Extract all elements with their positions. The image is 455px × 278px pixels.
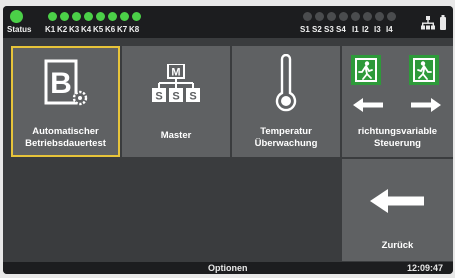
- s3-label: S3: [324, 25, 334, 34]
- tile-directional-control[interactable]: richtungsvariable Steuerung: [342, 46, 453, 157]
- k8-led: [132, 12, 141, 21]
- status-label: Status: [7, 25, 32, 34]
- tile-master-caption: Master: [122, 130, 230, 142]
- i3-led: [375, 12, 384, 21]
- tile-directional-control-caption: richtungsvariable Steuerung: [342, 126, 453, 150]
- svg-text:M: M: [171, 67, 180, 79]
- i4-label: I4: [386, 25, 393, 34]
- svg-text:S: S: [189, 91, 196, 103]
- k5-led: [96, 12, 105, 21]
- i3-label: I3: [374, 25, 381, 34]
- page-title: Optionen: [208, 263, 248, 273]
- status-bar: Status K1 K2 K3 K4 K5 K6 K7 K8 S1 S2 S3 …: [3, 6, 453, 38]
- back-button[interactable]: Zurück: [342, 159, 453, 261]
- i2-label: I2: [362, 25, 369, 34]
- k6-led: [108, 12, 117, 21]
- s4-label: S4: [336, 25, 346, 34]
- tile-caption-line: Automatischer: [32, 126, 99, 137]
- s2-led: [315, 12, 324, 21]
- tile-caption-line: Steuerung: [374, 138, 421, 149]
- k4-label: K4: [81, 25, 92, 34]
- k7-label: K7: [117, 25, 128, 34]
- device-screen: Status K1 K2 K3 K4 K5 K6 K7 K8 S1 S2 S3 …: [3, 6, 453, 274]
- k7-led: [120, 12, 129, 21]
- network-icon: [421, 16, 435, 30]
- bottom-bar: Optionen 12:09:47: [3, 262, 453, 274]
- tile-caption-line: Zurück: [381, 240, 414, 251]
- emergency-exit-left-icon: [351, 55, 381, 85]
- arrow-right-icon: [411, 98, 441, 112]
- i1-label: I1: [352, 25, 359, 34]
- tile-master[interactable]: M S S S Master: [122, 46, 230, 157]
- k2-label: K2: [57, 25, 68, 34]
- back-arrow-icon: [370, 189, 424, 213]
- emergency-exit-right-icon: [409, 55, 439, 85]
- k1-label: K1: [45, 25, 56, 34]
- k3-led: [72, 12, 81, 21]
- i1-led: [351, 12, 360, 21]
- s4-led: [339, 12, 348, 21]
- k4-led: [84, 12, 93, 21]
- k5-label: K5: [93, 25, 104, 34]
- i2-led: [363, 12, 372, 21]
- tile-temperature[interactable]: Temperatur Überwachung: [232, 46, 340, 157]
- tile-temperature-caption: Temperatur Überwachung: [232, 126, 340, 150]
- b-document-gear-icon: B: [44, 59, 88, 106]
- tile-caption-line: Master: [160, 130, 192, 141]
- clock: 12:09:47: [407, 263, 444, 273]
- svg-text:S: S: [155, 91, 162, 103]
- svg-text:S: S: [172, 91, 179, 103]
- tile-automatic-test-caption: Automatischer Betriebsdauertest: [13, 126, 118, 150]
- k3-label: K3: [69, 25, 80, 34]
- k2-led: [60, 12, 69, 21]
- battery-icon: [440, 15, 446, 30]
- k8-label: K8: [129, 25, 140, 34]
- tile-caption-line: richtungsvariable: [357, 126, 438, 137]
- s1-label: S1: [300, 25, 310, 34]
- svg-text:B: B: [50, 67, 72, 100]
- tile-caption-line: Temperatur: [260, 126, 312, 137]
- tile-automatic-test[interactable]: B Automatischer Betriebsdauertest: [11, 46, 120, 157]
- i4-led: [387, 12, 396, 21]
- s2-label: S2: [312, 25, 322, 34]
- s1-led: [303, 12, 312, 21]
- arrow-left-icon: [353, 98, 383, 112]
- thermometer-icon: [275, 54, 297, 112]
- master-hierarchy-icon: M S S S: [152, 64, 200, 103]
- back-button-caption: Zurück: [342, 240, 453, 252]
- tile-caption-line: Betriebsdauertest: [25, 138, 106, 149]
- s3-led: [327, 12, 336, 21]
- tile-caption-line: Überwachung: [254, 138, 318, 149]
- status-led: [10, 10, 23, 23]
- k6-label: K6: [105, 25, 116, 34]
- k1-led: [48, 12, 57, 21]
